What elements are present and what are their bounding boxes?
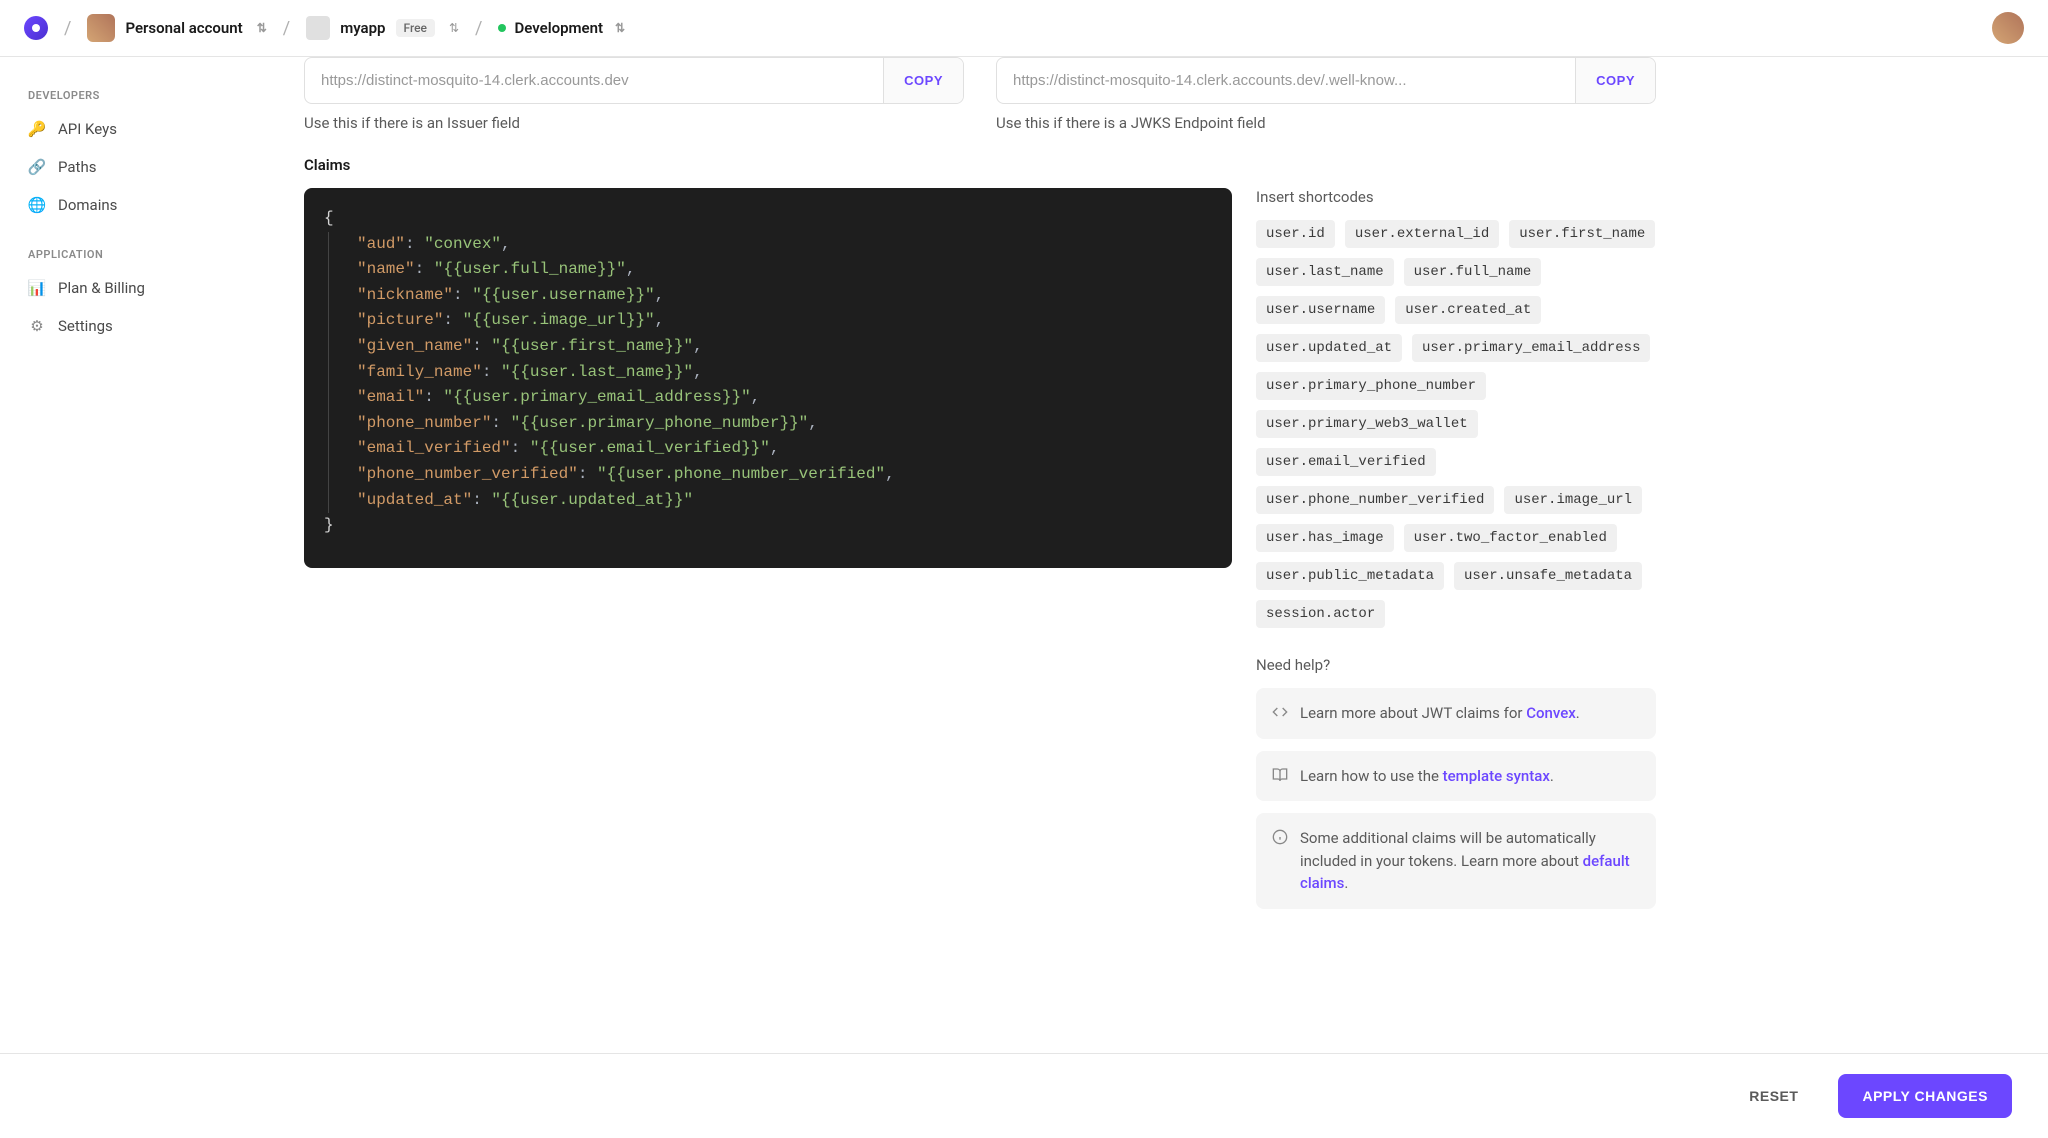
breadcrumb-separator: / xyxy=(283,18,290,39)
env-name: Development xyxy=(514,19,603,37)
shortcode-chip[interactable]: user.first_name xyxy=(1509,220,1655,248)
help-card-default-claims: Some additional claims will be automatic… xyxy=(1256,813,1656,909)
sidebar-item-label: Settings xyxy=(58,317,113,335)
shortcode-chip[interactable]: user.primary_web3_wallet xyxy=(1256,410,1478,438)
shortcode-chip[interactable]: user.phone_number_verified xyxy=(1256,486,1494,514)
shortcode-chip[interactable]: user.id xyxy=(1256,220,1335,248)
link-icon: 🔗 xyxy=(28,158,46,176)
shortcode-chip[interactable]: user.image_url xyxy=(1504,486,1642,514)
shortcodes-list: user.id user.external_id user.first_nameus… xyxy=(1256,220,1656,628)
jwks-input[interactable] xyxy=(997,58,1575,103)
shortcode-chip[interactable]: user.primary_email_address xyxy=(1412,334,1650,362)
key-icon: 🔑 xyxy=(28,120,46,138)
help-text: Some additional claims will be automatic… xyxy=(1300,829,1596,870)
sidebar-item-label: Domains xyxy=(58,196,117,214)
main-content: COPY Use this if there is an Issuer fiel… xyxy=(280,57,1680,1053)
help-text: Learn how to use the xyxy=(1300,767,1443,785)
shortcode-chip[interactable]: user.two_factor_enabled xyxy=(1404,524,1617,552)
help-card-template: Learn how to use the template syntax. xyxy=(1256,751,1656,802)
app-logo-icon[interactable] xyxy=(24,16,48,40)
shortcode-chip[interactable]: user.email_verified xyxy=(1256,448,1436,476)
book-icon xyxy=(1272,767,1288,783)
sidebar: DEVELOPERS 🔑 API Keys 🔗 Paths 🌐 Domains … xyxy=(0,57,280,1053)
chevron-updown-icon: ⇅ xyxy=(257,21,267,35)
jwks-field-box: COPY xyxy=(996,57,1656,104)
copy-jwks-button[interactable]: COPY xyxy=(1575,58,1655,103)
info-icon xyxy=(1272,829,1288,845)
shortcode-chip[interactable]: user.username xyxy=(1256,296,1385,324)
sidebar-section-application: APPLICATION xyxy=(16,240,264,269)
app-selector[interactable]: myapp Free ⇅ xyxy=(306,16,459,40)
app-name: myapp xyxy=(340,19,385,37)
sidebar-item-paths[interactable]: 🔗 Paths xyxy=(16,148,264,186)
issuer-field-box: COPY xyxy=(304,57,964,104)
help-text: Learn more about JWT claims for xyxy=(1300,704,1526,722)
sidebar-item-label: Plan & Billing xyxy=(58,279,145,297)
claims-json-editor[interactable]: { "aud": "convex", "name": "{{user.full_… xyxy=(304,188,1232,568)
breadcrumb-separator: / xyxy=(475,18,482,39)
claims-heading: Claims xyxy=(304,156,1656,174)
shortcode-chip[interactable]: user.has_image xyxy=(1256,524,1394,552)
gear-icon: ⚙ xyxy=(28,317,46,335)
chevron-updown-icon: ⇅ xyxy=(449,21,459,35)
account-label: Personal account xyxy=(125,19,242,37)
apply-changes-button[interactable]: APPLY CHANGES xyxy=(1838,1074,2012,1118)
env-status-dot-icon xyxy=(498,24,506,32)
footer-bar: RESET APPLY CHANGES xyxy=(0,1053,2048,1138)
environment-selector[interactable]: Development ⇅ xyxy=(498,19,625,37)
sidebar-item-plan-billing[interactable]: 📊 Plan & Billing xyxy=(16,269,264,307)
shortcode-chip[interactable]: session.actor xyxy=(1256,600,1385,628)
issuer-helper-text: Use this if there is an Issuer field xyxy=(304,114,964,132)
help-heading: Need help? xyxy=(1256,656,1656,674)
globe-icon: 🌐 xyxy=(28,196,46,214)
plan-badge: Free xyxy=(396,19,435,37)
shortcodes-heading: Insert shortcodes xyxy=(1256,188,1656,206)
template-syntax-link[interactable]: template syntax xyxy=(1443,767,1550,785)
jwks-helper-text: Use this if there is a JWKS Endpoint fie… xyxy=(996,114,1656,132)
app-icon xyxy=(306,16,330,40)
billing-icon: 📊 xyxy=(28,279,46,297)
top-bar: / Personal account ⇅ / myapp Free ⇅ / De… xyxy=(0,0,2048,57)
convex-link[interactable]: Convex xyxy=(1526,704,1576,722)
shortcode-chip[interactable]: user.updated_at xyxy=(1256,334,1402,362)
shortcode-chip[interactable]: user.external_id xyxy=(1345,220,1499,248)
help-card-convex: Learn more about JWT claims for Convex. xyxy=(1256,688,1656,739)
code-icon xyxy=(1272,704,1288,720)
sidebar-item-settings[interactable]: ⚙ Settings xyxy=(16,307,264,345)
sidebar-item-label: API Keys xyxy=(58,120,117,138)
user-avatar[interactable] xyxy=(1992,12,2024,44)
shortcode-chip[interactable]: user.last_name xyxy=(1256,258,1394,286)
shortcode-chip[interactable]: user.created_at xyxy=(1395,296,1541,324)
breadcrumb-separator: / xyxy=(64,18,71,39)
shortcode-chip[interactable]: user.primary_phone_number xyxy=(1256,372,1486,400)
account-avatar-icon xyxy=(87,14,115,42)
chevron-updown-icon: ⇅ xyxy=(615,21,625,35)
sidebar-item-api-keys[interactable]: 🔑 API Keys xyxy=(16,110,264,148)
shortcode-chip[interactable]: user.unsafe_metadata xyxy=(1454,562,1642,590)
shortcode-chip[interactable]: user.full_name xyxy=(1404,258,1542,286)
copy-issuer-button[interactable]: COPY xyxy=(883,58,963,103)
shortcode-chip[interactable]: user.public_metadata xyxy=(1256,562,1444,590)
sidebar-item-label: Paths xyxy=(58,158,96,176)
sidebar-item-domains[interactable]: 🌐 Domains xyxy=(16,186,264,224)
reset-button[interactable]: RESET xyxy=(1729,1076,1818,1116)
issuer-input[interactable] xyxy=(305,58,883,103)
sidebar-section-developers: DEVELOPERS xyxy=(16,81,264,110)
account-selector[interactable]: Personal account ⇅ xyxy=(87,14,266,42)
